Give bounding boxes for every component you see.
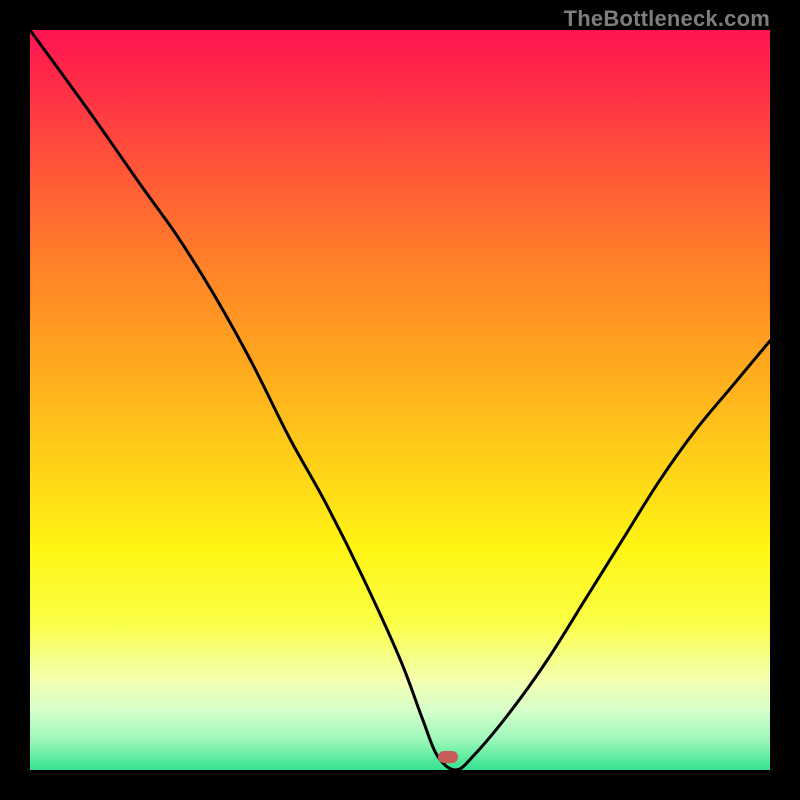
watermark-text: TheBottleneck.com (564, 6, 770, 32)
plot-area (30, 30, 770, 770)
min-marker (438, 751, 458, 763)
curve-path (30, 30, 770, 770)
chart-frame: TheBottleneck.com (0, 0, 800, 800)
bottleneck-curve (30, 30, 770, 770)
